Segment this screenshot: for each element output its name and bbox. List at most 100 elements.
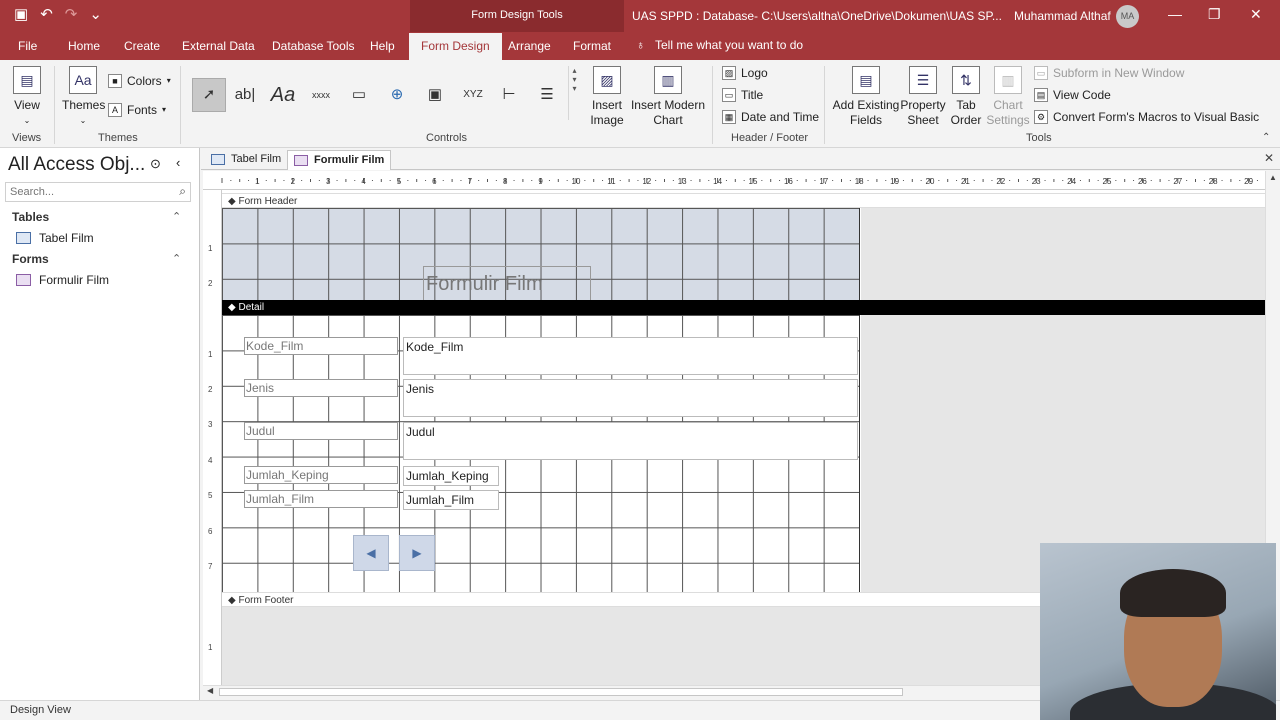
colors-button[interactable]: ■ Colors ▾ (108, 73, 171, 89)
user-name[interactable]: Muhammad Althaf (1014, 9, 1111, 23)
scroll-left-icon[interactable]: ◀ (207, 686, 213, 695)
detail-grid[interactable]: Kode_Film Kode_Film Jenis Jenis Judul Ju… (222, 315, 860, 592)
add-existing-label-2: Fields (849, 113, 882, 127)
restore-icon[interactable]: ❐ (1208, 6, 1221, 23)
tab-form-design[interactable]: Form Design (409, 33, 502, 60)
ruler-number: 10 (572, 177, 581, 186)
label-control-icon[interactable]: Aa (266, 78, 300, 112)
insert-chart-button[interactable]: ▥ Insert Modern Chart (630, 66, 706, 128)
property-label: Property (900, 98, 946, 112)
fonts-button[interactable]: A Fonts ▾ (108, 102, 166, 118)
tab-arrange[interactable]: Arrange (508, 39, 551, 53)
judul-label[interactable]: Judul (244, 422, 398, 440)
undo-icon[interactable]: ↶ (40, 6, 53, 24)
subform-icon: ▭ (1034, 66, 1048, 80)
tab-order-button[interactable]: ⇅ Tab Order (948, 66, 984, 128)
tab-home[interactable]: Home (68, 39, 100, 53)
jumlah-film-textbox[interactable]: Jumlah_Film (403, 490, 499, 510)
scroll-up-icon[interactable]: ▲ (1269, 173, 1277, 182)
jumlah-film-label[interactable]: Jumlah_Film (244, 490, 398, 508)
form-header-bar[interactable]: ◆ Form Header (222, 193, 1265, 208)
nav-item-formulir-film[interactable]: Formulir Film (16, 273, 109, 287)
tab-control-icon[interactable]: ▭ (342, 78, 376, 112)
macro-icon: ⚙ (1034, 110, 1048, 124)
collapse-ribbon-icon[interactable]: ⌃ (1262, 132, 1270, 143)
chart-settings-button[interactable]: ▥ Chart Settings (986, 66, 1030, 128)
vruler-number: 1 (208, 244, 213, 253)
tab-external-data[interactable]: External Data (182, 39, 255, 53)
insert-image-button[interactable]: ▨ Insert Image (586, 66, 628, 128)
add-existing-fields-button[interactable]: ▤ Add Existing Fields (832, 66, 900, 128)
close-document-icon[interactable]: ✕ (1264, 151, 1274, 165)
next-record-button[interactable]: ▶ (399, 535, 435, 571)
controls-gallery: ➚ ab| Aa xxxx ▭ ⊕ ▣ XYZ ⊢ ☰ ▴ ▾ ▾ (190, 66, 580, 120)
property-sheet-button[interactable]: ☰ Property Sheet (900, 66, 946, 128)
navigation-control-icon[interactable]: ▣ (418, 78, 452, 112)
tab-database-tools[interactable]: Database Tools (272, 39, 355, 53)
tab-help[interactable]: Help (370, 39, 395, 53)
jumlah-keping-label[interactable]: Jumlah_Keping (244, 466, 398, 484)
judul-textbox[interactable]: Judul (403, 422, 858, 460)
customize-qat-icon[interactable]: ⌄ (89, 6, 102, 24)
tab-file[interactable]: File (18, 39, 37, 53)
webcam-person-hair (1120, 569, 1226, 617)
close-icon[interactable]: ✕ (1250, 6, 1262, 23)
nav-pane-title[interactable]: All Access Obj... (8, 154, 145, 176)
redo-icon[interactable]: ↷ (65, 6, 78, 24)
colors-label: Colors (127, 74, 162, 88)
search-input[interactable] (6, 183, 166, 201)
view-code-label: View Code (1053, 88, 1111, 102)
view-icon: ▤ (13, 66, 41, 94)
nav-item-tabel-film[interactable]: Tabel Film (16, 231, 94, 245)
hyperlink-control-icon[interactable]: ⊕ (380, 78, 414, 112)
ruler-number: 20 (926, 177, 935, 186)
table-icon (16, 232, 31, 244)
select-pointer-icon[interactable]: ➚ (192, 78, 226, 112)
collapse-icon[interactable]: ‹ (176, 155, 180, 170)
ruler-number: 1 (255, 177, 260, 186)
page-break-icon[interactable]: ⊢ (492, 78, 526, 112)
chevron-up-icon[interactable]: ⌃ (172, 210, 181, 223)
kode-film-label[interactable]: Kode_Film (244, 337, 398, 355)
avatar[interactable]: MA (1116, 5, 1139, 28)
detail-bar[interactable]: ◆ Detail (222, 300, 1265, 315)
themes-icon: Aa (69, 66, 97, 94)
ruler-number: 7 (468, 177, 473, 186)
previous-record-button[interactable]: ◀ (353, 535, 389, 571)
nav-menu-icon[interactable]: ⊙ (150, 156, 161, 172)
textbox-control-icon[interactable]: ab| (228, 78, 262, 112)
jenis-label[interactable]: Jenis (244, 379, 398, 397)
jenis-textbox[interactable]: Jenis (403, 379, 858, 417)
themes-button[interactable]: Aa Themes ⌄ (62, 66, 105, 128)
tell-me-box[interactable]: ♁ Tell me what you want to do (636, 38, 803, 52)
convert-macros-button[interactable]: ⚙ Convert Form's Macros to Visual Basic (1034, 109, 1259, 125)
logo-button[interactable]: ▨ Logo (722, 65, 768, 81)
search-icon[interactable]: ⌕ (179, 184, 186, 199)
title-button[interactable]: ▭ Title (722, 87, 763, 103)
combo-box-icon[interactable]: ☰ (530, 78, 564, 112)
doc-tab-formulir-film[interactable]: Formulir Film (287, 150, 392, 170)
form-header-grid[interactable]: Formulir Film (222, 208, 860, 312)
kode-film-textbox[interactable]: Kode_Film (403, 337, 858, 375)
chart-settings-label: Chart (993, 98, 1023, 112)
date-time-button[interactable]: ▦ Date and Time (722, 109, 819, 125)
view-button[interactable]: ▤ View ⌄ (10, 66, 44, 128)
nav-section-tables[interactable]: Tables (12, 210, 49, 224)
minimize-icon[interactable]: — (1168, 6, 1182, 22)
nav-section-forms[interactable]: Forms (12, 252, 49, 266)
option-group-icon[interactable]: XYZ (456, 78, 490, 112)
button-control-icon[interactable]: xxxx (304, 78, 338, 112)
gallery-scrollbar[interactable]: ▴ ▾ ▾ (568, 66, 580, 120)
status-text: Design View (10, 704, 71, 716)
jumlah-keping-textbox[interactable]: Jumlah_Keping (403, 466, 499, 486)
chevron-down-icon: ▾ (162, 105, 167, 114)
tab-create[interactable]: Create (124, 39, 160, 53)
chevron-up-icon[interactable]: ⌃ (172, 252, 181, 265)
doc-tab-tabel-film[interactable]: Tabel Film (205, 150, 287, 170)
scrollbar-thumb[interactable] (219, 688, 903, 696)
chart-settings-icon: ▥ (994, 66, 1022, 94)
subform-button[interactable]: ▭ Subform in New Window (1034, 65, 1184, 81)
save-icon[interactable]: ▣ (14, 6, 28, 24)
view-code-button[interactable]: ▤ View Code (1034, 87, 1111, 103)
tab-format[interactable]: Format (573, 39, 611, 53)
